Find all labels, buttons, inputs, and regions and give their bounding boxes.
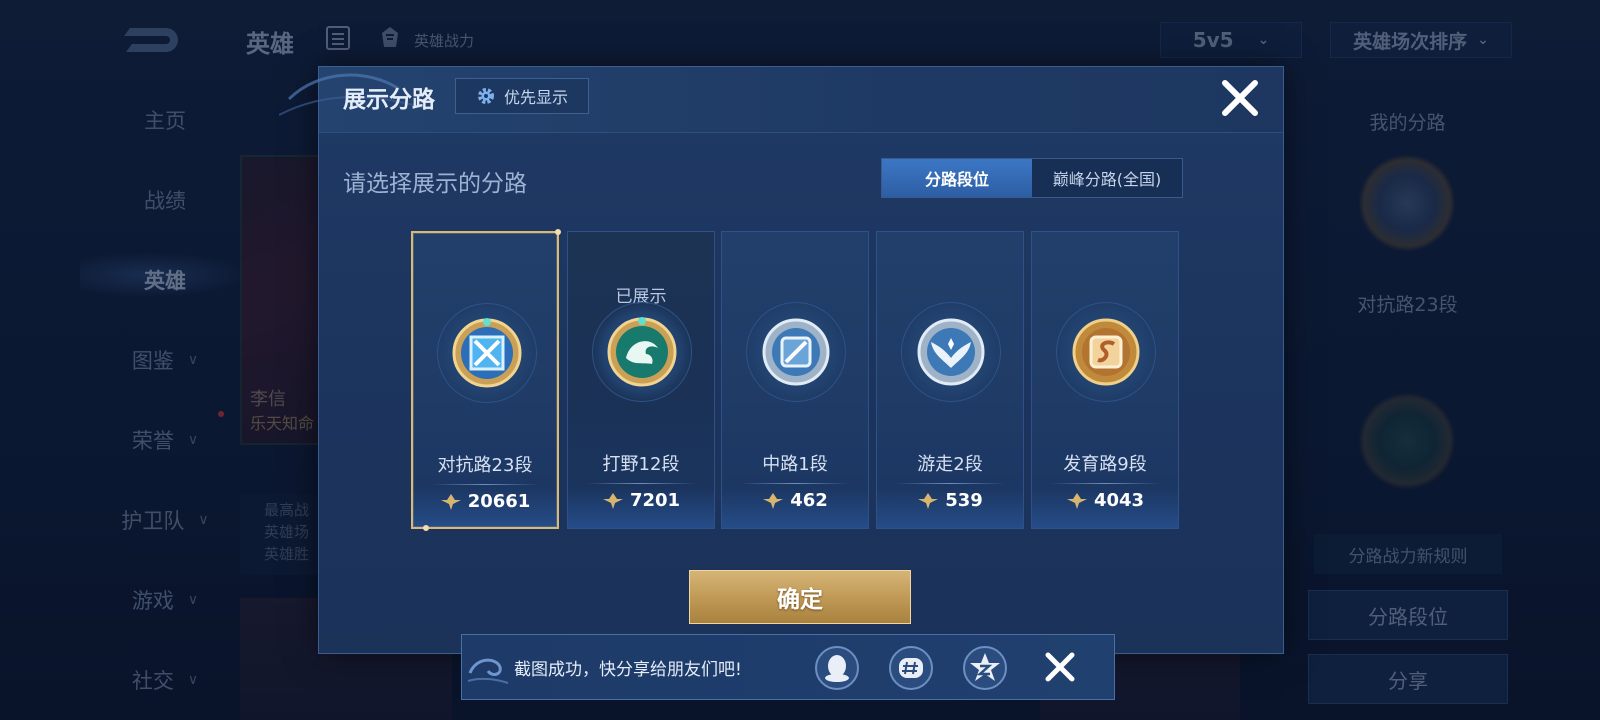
screenshot-share-toast: 截图成功，快分享给朋友们吧! bbox=[461, 634, 1115, 700]
roam-emblem-icon bbox=[917, 318, 985, 386]
lane-options: 对抗路23段 20661 已展示 打野12段 7201 中路1段 462 游走2… bbox=[411, 229, 1191, 531]
lane-divider bbox=[586, 483, 696, 484]
lane-card-jungle[interactable]: 已展示 打野12段 7201 bbox=[567, 231, 715, 529]
swirl-ornament-icon bbox=[467, 658, 509, 684]
corner-dot bbox=[423, 525, 429, 531]
lane-power: 20661 bbox=[413, 491, 557, 512]
priority-display-button[interactable]: 优先显示 bbox=[455, 78, 589, 114]
close-icon[interactable] bbox=[1040, 647, 1080, 687]
lane-display-dialog: 展示分路 优先显示 请选择展示的分路 分路段位 巅峰分路(全国) 对抗路23段 … bbox=[279, 66, 1284, 654]
lane-name: 打野12段 bbox=[602, 454, 680, 475]
select-prompt: 请选择展示的分路 bbox=[343, 171, 527, 197]
farm-lane-emblem-icon bbox=[1072, 318, 1140, 386]
lane-divider bbox=[895, 483, 1005, 484]
lane-power: 462 bbox=[722, 490, 868, 511]
lane-card-clash[interactable]: 对抗路23段 20661 bbox=[411, 229, 561, 531]
wechat-moments-icon[interactable] bbox=[888, 645, 934, 691]
lane-name: 游走2段 bbox=[917, 454, 983, 475]
lane-name: 对抗路23段 bbox=[437, 455, 533, 476]
lane-card-farm[interactable]: 发育路9段 4043 bbox=[1031, 231, 1179, 529]
priority-display-label: 优先显示 bbox=[503, 88, 568, 107]
lane-power: 539 bbox=[877, 490, 1023, 511]
power-icon bbox=[918, 492, 939, 509]
jungle-emblem-icon bbox=[607, 317, 677, 387]
confirm-button[interactable]: 确定 bbox=[689, 570, 911, 624]
corner-dot bbox=[555, 229, 561, 235]
mid-lane-emblem-icon bbox=[762, 318, 830, 386]
lane-divider bbox=[1050, 483, 1160, 484]
tab-lane-rank[interactable]: 分路段位 bbox=[882, 159, 1032, 197]
lane-name: 中路1段 bbox=[762, 454, 828, 475]
lane-power-value: 7201 bbox=[629, 490, 681, 511]
power-icon bbox=[440, 493, 461, 510]
close-icon[interactable] bbox=[1219, 77, 1261, 119]
lane-tabs: 分路段位 巅峰分路(全国) bbox=[881, 158, 1183, 198]
lane-divider bbox=[740, 483, 850, 484]
clash-lane-emblem-icon bbox=[452, 318, 522, 388]
lane-divider bbox=[431, 484, 539, 485]
lane-power-value: 462 bbox=[790, 490, 828, 511]
qq-icon[interactable] bbox=[814, 645, 860, 691]
lane-name: 发育路9段 bbox=[1063, 454, 1147, 475]
lane-power-value: 20661 bbox=[467, 491, 531, 512]
qzone-icon[interactable] bbox=[962, 645, 1008, 691]
tab-peak-lane[interactable]: 巅峰分路(全国) bbox=[1032, 159, 1182, 197]
lane-power-value: 539 bbox=[945, 490, 983, 511]
toast-message: 截图成功，快分享给朋友们吧! bbox=[514, 660, 742, 680]
power-icon bbox=[763, 492, 784, 509]
lane-card-roam[interactable]: 游走2段 539 bbox=[876, 231, 1024, 529]
lane-power-value: 4043 bbox=[1093, 490, 1145, 511]
power-icon bbox=[1066, 492, 1087, 509]
dialog-title: 展示分路 bbox=[343, 87, 435, 113]
gear-icon bbox=[477, 88, 494, 104]
lane-power: 7201 bbox=[568, 490, 714, 511]
lane-power: 4043 bbox=[1032, 490, 1178, 511]
lane-card-mid[interactable]: 中路1段 462 bbox=[721, 231, 869, 529]
power-icon bbox=[602, 492, 623, 509]
